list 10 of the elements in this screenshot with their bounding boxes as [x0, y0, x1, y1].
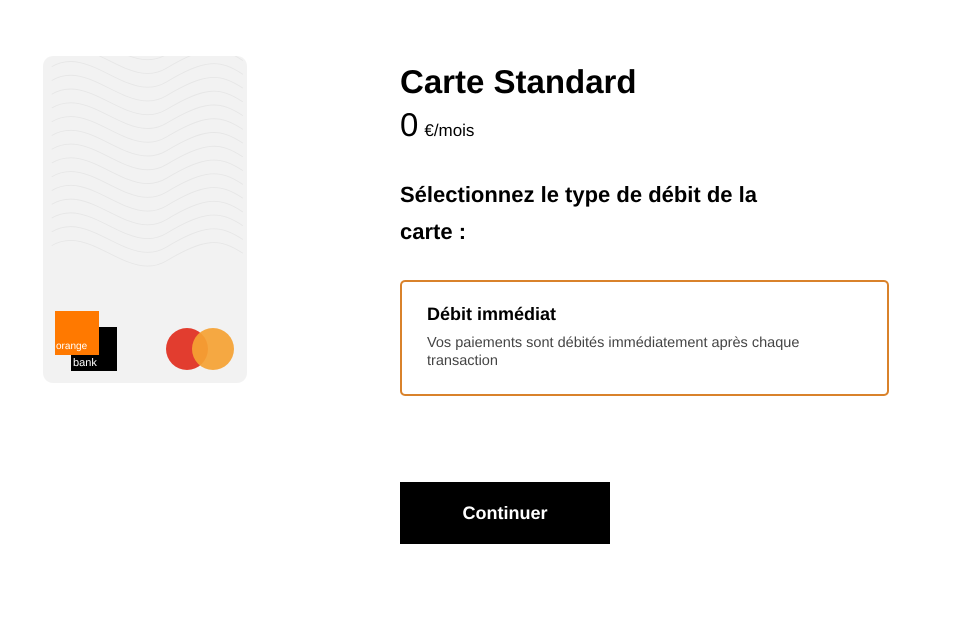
debit-type-question: Sélectionnez le type de débit de la carte : [400, 181, 758, 246]
price-amount: 0 [400, 106, 418, 144]
option-title: Débit immédiat [427, 304, 558, 325]
logo-upper-text: orange [55, 311, 99, 355]
price-unit: €/mois [424, 121, 474, 141]
debit-option[interactable]: Débit immédiat Vos paiements sont débités immédiatement après chaque transaction [400, 280, 889, 396]
option-description: Vos paiements sont débités immédiatement après chaque transaction [427, 334, 800, 370]
card-title: Carte Standard [400, 62, 638, 102]
card-network-icon [165, 327, 235, 371]
continue-button[interactable]: Continuer [400, 482, 610, 544]
